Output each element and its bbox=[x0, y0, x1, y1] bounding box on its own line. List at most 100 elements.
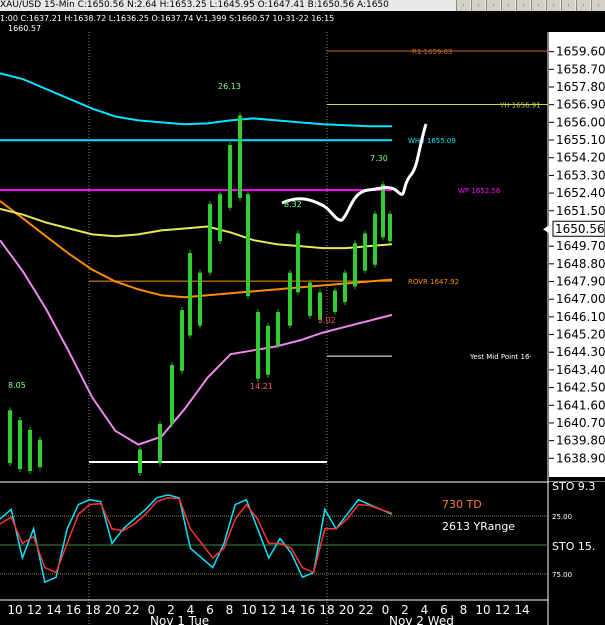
price-candle bbox=[38, 439, 42, 468]
price-candle bbox=[170, 365, 174, 424]
level-label: R1 1659.63 bbox=[412, 48, 453, 56]
flag-icon[interactable]: · bbox=[576, 0, 590, 11]
y-tick-label: 1646.10 bbox=[556, 310, 605, 324]
trend-icon[interactable]: · bbox=[516, 0, 530, 11]
price-candle bbox=[238, 115, 242, 198]
annotation-label: 14.21 bbox=[250, 382, 273, 391]
zoom-icon[interactable]: · bbox=[531, 0, 545, 11]
price-candle bbox=[343, 272, 347, 303]
y-tick-label: 1658.70 bbox=[556, 62, 605, 76]
y-tick-label: 1647.00 bbox=[556, 292, 605, 306]
price-candle bbox=[138, 449, 142, 473]
price-candle bbox=[308, 282, 312, 316]
quote-text: XAU/USD 15-Min C:1650.56 N:2.64 H:1653.2… bbox=[0, 0, 389, 10]
last-price-label: 1650.56 bbox=[555, 222, 605, 236]
price-candle bbox=[296, 233, 300, 293]
annotation-label: 26.13 bbox=[218, 82, 241, 91]
td-label: 730 TD bbox=[442, 498, 482, 511]
price-candle bbox=[266, 325, 270, 375]
annotation-label: 8.05 bbox=[8, 381, 26, 390]
y-tick-label: 1644.30 bbox=[556, 345, 605, 359]
level-label: WH3 1655.09 bbox=[408, 137, 456, 145]
x-tick-label: 14 bbox=[46, 603, 61, 617]
y-tick-label: 1649.70 bbox=[556, 239, 605, 253]
price-candle bbox=[228, 145, 232, 208]
price-candle bbox=[288, 272, 292, 326]
level-label: WP 1652.56 bbox=[458, 187, 501, 195]
pencil-icon[interactable]: · bbox=[486, 0, 500, 11]
price-candle bbox=[28, 429, 32, 472]
moving-average-line bbox=[0, 72, 392, 128]
price-chart[interactable]: 1:00 C:1637.21 H:1638.72 L:1636.25 O:163… bbox=[0, 0, 605, 625]
y-tick-label: 1642.50 bbox=[556, 381, 605, 395]
y-tick-label: 1654.20 bbox=[556, 151, 605, 165]
price-candle bbox=[333, 290, 337, 312]
x-tick-label: 8 bbox=[226, 603, 234, 617]
annotation-label: 8.32 bbox=[284, 200, 302, 209]
x-tick-label: 18 bbox=[85, 603, 100, 617]
y-tick-label: 1651.50 bbox=[556, 204, 605, 218]
x-tick-label: 16 bbox=[300, 603, 315, 617]
indicator-line: 1:00 C:1637.21 H:1638.72 L:1636.25 O:163… bbox=[0, 14, 334, 23]
x-tick-label: 12 bbox=[27, 603, 42, 617]
price-candle bbox=[381, 184, 385, 238]
up-arrow-icon[interactable]: · bbox=[456, 0, 470, 11]
x-tick-label: 12 bbox=[495, 603, 510, 617]
x-tick-label: 12 bbox=[261, 603, 276, 617]
x-tick-label: 14 bbox=[514, 603, 529, 617]
y-tick-label: 1641.60 bbox=[556, 398, 605, 412]
y-tick-label: 1639.80 bbox=[556, 434, 605, 448]
sto-label-top: STO 9.3 bbox=[552, 480, 595, 493]
price-candle bbox=[363, 233, 367, 271]
price-candle bbox=[18, 420, 22, 470]
cycle-icon[interactable]: · bbox=[546, 0, 560, 11]
level-label: ROVR 1647.92 bbox=[408, 278, 459, 286]
osc-tick-label: 25.00 bbox=[552, 513, 572, 521]
last-price-marker bbox=[543, 225, 549, 234]
grid-icon[interactable]: · bbox=[561, 0, 575, 11]
price-candle bbox=[198, 272, 202, 326]
level-label: Yest Mid Point 16· bbox=[469, 353, 532, 361]
y-tick-label: 1652.40 bbox=[556, 186, 605, 200]
price-candle bbox=[276, 312, 280, 346]
y-tick-label: 1647.90 bbox=[556, 275, 605, 289]
x-tick-label: 20 bbox=[105, 603, 120, 617]
x-tick-label: 10 bbox=[475, 603, 490, 617]
scale-icon[interactable]: · bbox=[591, 0, 605, 11]
price-candle bbox=[256, 312, 260, 379]
osc-tick-label: 75.00 bbox=[552, 571, 572, 579]
stochastic-line bbox=[0, 494, 393, 584]
price-candle bbox=[208, 203, 212, 273]
date-label: Nov 1 Tue bbox=[150, 614, 209, 625]
price-candle bbox=[188, 253, 192, 336]
annotation-label: 7.30 bbox=[370, 154, 388, 163]
x-tick-label: 14 bbox=[280, 603, 295, 617]
x-tick-label: 8 bbox=[460, 603, 468, 617]
y-tick-label: 1643.40 bbox=[556, 363, 605, 377]
y-tick-label: 1656.00 bbox=[556, 115, 605, 129]
annotation-label: 5.02 bbox=[318, 316, 336, 325]
crosshair-icon[interactable]: · bbox=[501, 0, 515, 11]
level-label: YH 1656.91 bbox=[499, 101, 541, 109]
y-tick-label: 1656.90 bbox=[556, 98, 605, 112]
y-tick-label: 1640.70 bbox=[556, 416, 605, 430]
indicator-value: 1660.57 bbox=[8, 24, 41, 33]
y-tick-label: 1645.20 bbox=[556, 328, 605, 342]
down-arrow-icon[interactable]: · bbox=[471, 0, 485, 11]
price-candle bbox=[158, 423, 162, 464]
stochastic-line bbox=[0, 497, 393, 574]
y-tick-label: 1653.30 bbox=[556, 168, 605, 182]
y-tick-label: 1638.90 bbox=[556, 451, 605, 465]
y-tick-label: 1659.60 bbox=[556, 45, 605, 59]
x-tick-label: 22 bbox=[358, 603, 373, 617]
price-candle bbox=[373, 213, 377, 265]
yrange-label: 2613 YRange bbox=[442, 520, 515, 533]
x-tick-label: 22 bbox=[124, 603, 139, 617]
x-tick-label: 20 bbox=[339, 603, 354, 617]
toolbar-icons: · · · · · · · · · · bbox=[456, 0, 605, 11]
price-candle bbox=[388, 213, 392, 242]
toolbar: XAU/USD 15-Min C:1650.56 N:2.64 H:1653.2… bbox=[0, 0, 605, 11]
sto-label-mid: STO 15. bbox=[552, 540, 595, 553]
price-candle bbox=[218, 194, 222, 242]
x-tick-label: 10 bbox=[7, 603, 22, 617]
